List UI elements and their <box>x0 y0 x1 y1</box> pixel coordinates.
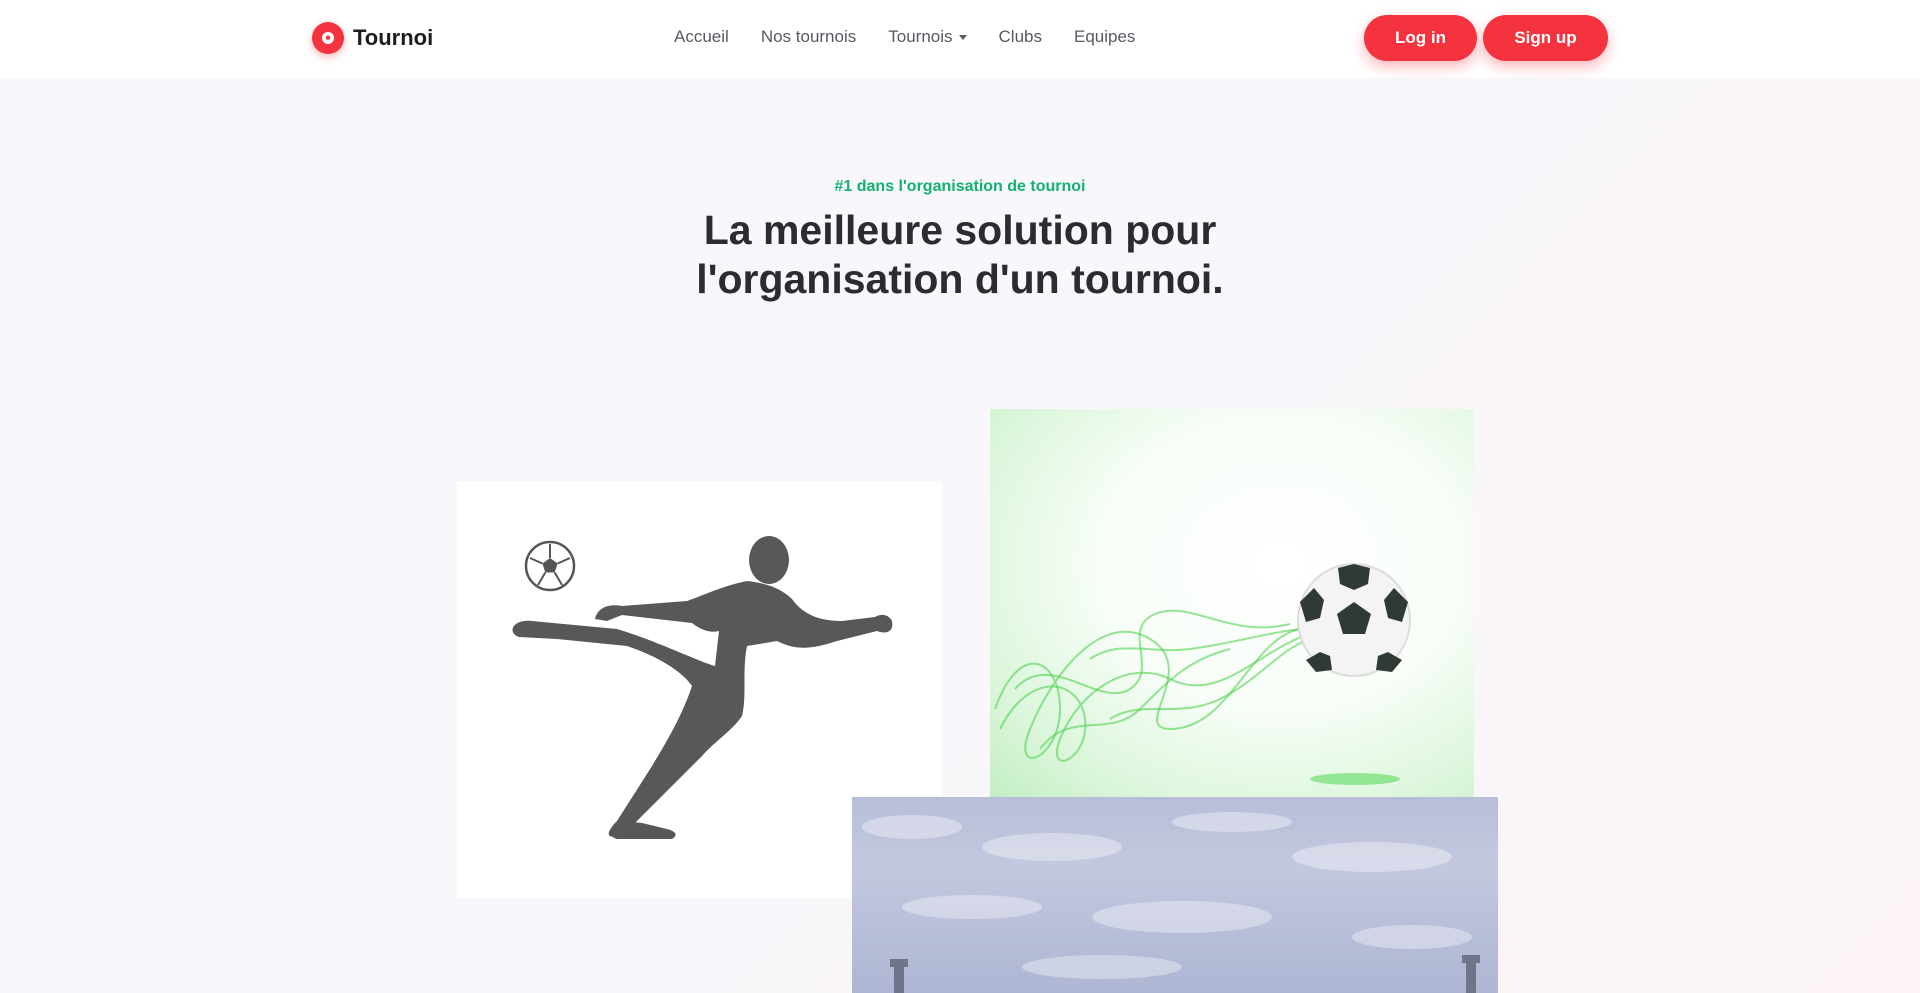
hero-title-line-1: La meilleure solution pour <box>703 207 1217 253</box>
soccer-ball-smoke-image <box>990 409 1474 797</box>
hero-eyebrow: #1 dans l'organisation de tournoi <box>834 178 1086 195</box>
hero-title: La meilleure solution pour l'organisatio… <box>0 206 1920 304</box>
nav-item-equipes[interactable]: Equipes <box>1074 27 1135 47</box>
green-smoke-graphic <box>994 563 1411 785</box>
brand-name: Tournoi <box>353 25 434 50</box>
signup-button[interactable]: Sign up <box>1483 15 1608 61</box>
nav-item-tournois-label: Tournois <box>888 27 953 46</box>
brand[interactable]: Tournoi <box>312 22 433 54</box>
nav-item-accueil[interactable]: Accueil <box>674 27 729 47</box>
hero-title-line-2: l'organisation d'un tournoi. <box>696 256 1224 302</box>
nav-item-tournois-dropdown[interactable]: Tournois <box>888 27 967 47</box>
caret-down-icon <box>958 34 967 40</box>
soccer-ball-icon <box>1297 563 1411 677</box>
nav-item-clubs[interactable]: Clubs <box>999 27 1042 47</box>
navbar: Tournoi Accueil Nos tournois Tournois Cl… <box>0 0 1920 78</box>
main-nav: Accueil Nos tournois Tournois Clubs Equi… <box>674 27 1135 47</box>
soccer-ball-icon <box>312 22 344 54</box>
login-button[interactable]: Log in <box>1364 15 1477 61</box>
stadium-icon <box>862 812 1480 993</box>
stadium-image <box>852 797 1498 993</box>
nav-item-nos-tournois[interactable]: Nos tournois <box>761 27 856 47</box>
